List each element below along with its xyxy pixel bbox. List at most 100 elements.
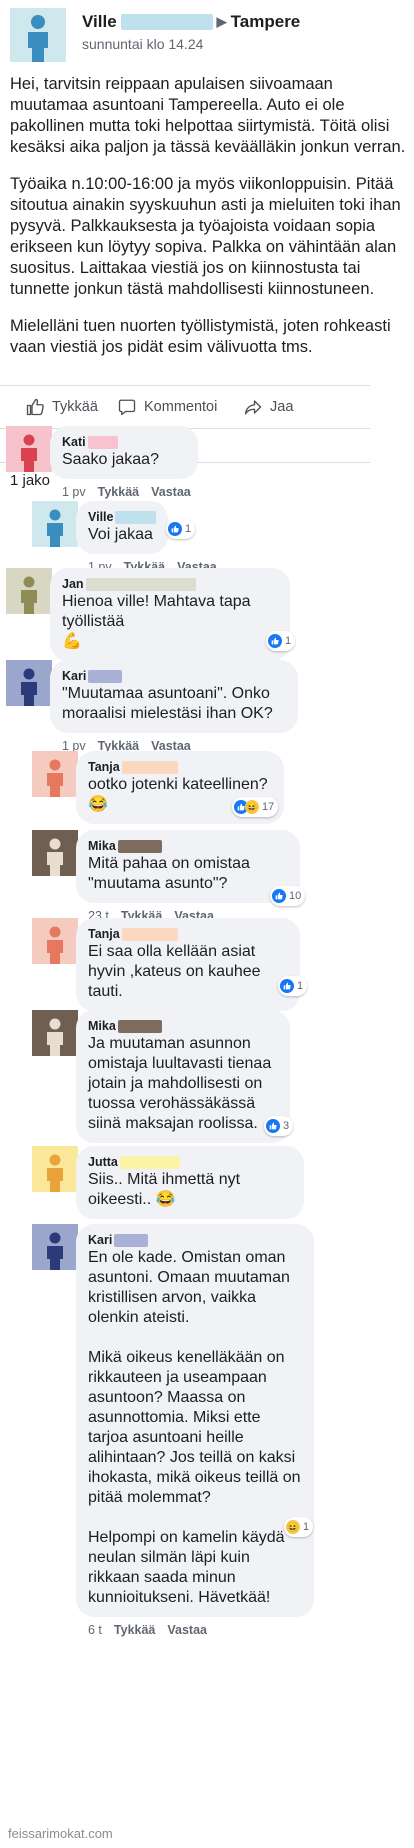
comment-text: En ole kade. Omistan oman asuntoni. Omaa…	[88, 1249, 301, 1606]
arrow-right-icon: ▶	[216, 14, 227, 29]
commenter-avatar[interactable]	[32, 1224, 78, 1270]
commenter-avatar[interactable]	[32, 1010, 78, 1056]
redacted-surname	[117, 839, 162, 853]
comment-reaction-count: 17	[262, 801, 275, 813]
comment-reply-button[interactable]: Vastaa	[151, 485, 191, 499]
comment-time[interactable]: 1 pv	[62, 485, 86, 499]
commenter-name-text: Mika	[88, 839, 116, 853]
commenter-avatar[interactable]	[32, 1146, 78, 1192]
comment-icon	[118, 399, 136, 416]
comment-text: Saako jakaa?	[62, 451, 159, 468]
commenter-avatar[interactable]	[32, 830, 78, 876]
comment-like-button[interactable]: Tykkää	[114, 1623, 155, 1637]
share-count[interactable]: 1 jako	[10, 472, 50, 489]
commenter-name-text: Tanja	[88, 760, 120, 774]
like-reaction-icon	[266, 1119, 280, 1133]
redacted-surname	[85, 577, 196, 591]
commenter-name[interactable]: Kati	[62, 434, 186, 450]
commenter-avatar[interactable]	[6, 426, 52, 472]
redacted-surname	[115, 510, 156, 524]
haha-reaction-icon: 😆	[286, 1520, 300, 1534]
comment-label: Kommentoi	[144, 399, 218, 415]
commenter-name[interactable]: Jutta	[88, 1154, 292, 1170]
like-reaction-icon	[280, 979, 294, 993]
redacted-surname	[88, 669, 123, 683]
commenter-name-text: Jan	[62, 577, 84, 591]
comment-bubble: Kati Saako jakaa?	[50, 426, 198, 479]
commenter-avatar[interactable]	[6, 660, 52, 706]
watermark: feissarimokat.com	[8, 1826, 113, 1841]
commenter-name-text: Mika	[88, 1019, 116, 1033]
comment-reactions[interactable]: 10	[270, 886, 306, 906]
post-paragraph: Työaika n.10:00-16:00 ja myös viikonlopp…	[10, 175, 401, 298]
group-name[interactable]: Tampere	[231, 12, 301, 32]
commenter-avatar[interactable]	[6, 568, 52, 614]
comment-reaction-count: 1	[303, 1521, 310, 1533]
redacted-surname	[117, 1019, 162, 1033]
comment-reaction-count: 1	[185, 523, 192, 535]
flexed-biceps-emoji: 💪	[62, 633, 82, 650]
commenter-avatar[interactable]	[32, 918, 78, 964]
comment-bubble: Mika Ja muutaman asunnon omistaja luultav…	[76, 1010, 290, 1143]
commenter-name-text: Tanja	[88, 927, 120, 941]
commenter-avatar[interactable]	[32, 501, 78, 547]
comment-reactions[interactable]: 1	[266, 631, 296, 651]
comment-text: Voi jakaa	[88, 526, 153, 543]
comment-reactions[interactable]: 😆 17	[232, 797, 279, 817]
comment-bubble: Jan Hienoa ville! Mahtava tapa työllistää…	[50, 568, 290, 661]
comment-bubble: Tanja Ei saa olla kellään asiat hyvin ,ka…	[76, 918, 300, 1011]
commenter-name-text: Ville	[88, 510, 114, 524]
comment-like-button[interactable]: Tykkää	[98, 485, 139, 499]
commenter-name[interactable]: Tanja	[88, 926, 288, 942]
comment-reactions[interactable]: 1	[278, 976, 308, 996]
comment-reactions[interactable]: 1	[166, 519, 196, 539]
thumbs-up-icon	[26, 398, 44, 416]
commenter-name-text: Kari	[88, 1233, 113, 1247]
like-button[interactable]: Tykkää	[26, 398, 98, 416]
comment-bubble: Ville Voi jakaa	[76, 501, 168, 554]
share-icon	[244, 400, 262, 415]
commenter-avatar[interactable]	[32, 751, 78, 797]
comment-reaction-count: 3	[283, 1120, 290, 1132]
commenter-name[interactable]: Jan	[62, 576, 278, 592]
redacted-surname	[121, 927, 178, 941]
like-reaction-icon	[268, 634, 282, 648]
commenter-name[interactable]: Kari	[88, 1232, 302, 1248]
comment-time[interactable]: 6 t	[88, 1623, 102, 1637]
redacted-surname	[120, 14, 213, 30]
comment-bubble: Mika Mitä pahaa on omistaa "muutama asunt…	[76, 830, 300, 903]
comment-text: Mitä pahaa on omistaa "muutama asunto"?	[88, 855, 255, 892]
commenter-name[interactable]: Mika	[88, 1018, 278, 1034]
comment-reactions[interactable]: 😆 1	[284, 1517, 314, 1537]
haha-reaction-icon: 😆	[245, 800, 259, 814]
like-reaction-icon	[168, 522, 182, 536]
comment-meta: 1 pv Tykkää Vastaa	[62, 485, 203, 499]
post-paragraph: Hei, tarvitsin reippaan apulaisen siivoa…	[10, 75, 406, 156]
comment-meta: 6 t Tykkää Vastaa	[88, 1623, 219, 1637]
comment-reaction-count: 1	[297, 980, 304, 992]
comment-reply-button[interactable]: Vastaa	[167, 1623, 207, 1637]
share-label: Jaa	[270, 399, 294, 415]
post-timestamp[interactable]: sunnuntai klo 14.24	[82, 36, 300, 52]
author-name[interactable]: Ville	[82, 12, 117, 32]
post-action-bar: Tykkää Kommentoi Jaa	[0, 385, 370, 429]
comment-reactions[interactable]: 3	[264, 1116, 294, 1136]
comment-bubble: Kari En ole kade. Omistan oman asuntoni. …	[76, 1224, 314, 1617]
redacted-surname	[121, 760, 178, 774]
commenter-name[interactable]: Ville	[88, 509, 156, 525]
redacted-surname	[114, 1233, 149, 1247]
post-body: Hei, tarvitsin reippaan apulaisen siivoa…	[10, 74, 408, 374]
commenter-name[interactable]: Kari	[62, 668, 286, 684]
comment-button[interactable]: Kommentoi	[118, 398, 217, 416]
commenter-name[interactable]: Tanja	[88, 759, 272, 775]
commenter-name[interactable]: Mika	[88, 838, 288, 854]
comment-reaction-count: 1	[285, 635, 292, 647]
author-avatar[interactable]	[10, 8, 66, 62]
share-button[interactable]: Jaa	[244, 398, 293, 416]
commenter-name-text: Kati	[62, 435, 86, 449]
post-paragraph: Mielelläni tuen nuorten työllistymistä, …	[10, 317, 391, 356]
redacted-surname	[87, 435, 118, 449]
post-header: Ville ▶ Tampere sunnuntai klo 14.24	[10, 8, 300, 62]
person-icon	[28, 15, 48, 62]
comment-bubble: Kari "Muutamaa asuntoani". Onko moraalisi…	[50, 660, 298, 733]
